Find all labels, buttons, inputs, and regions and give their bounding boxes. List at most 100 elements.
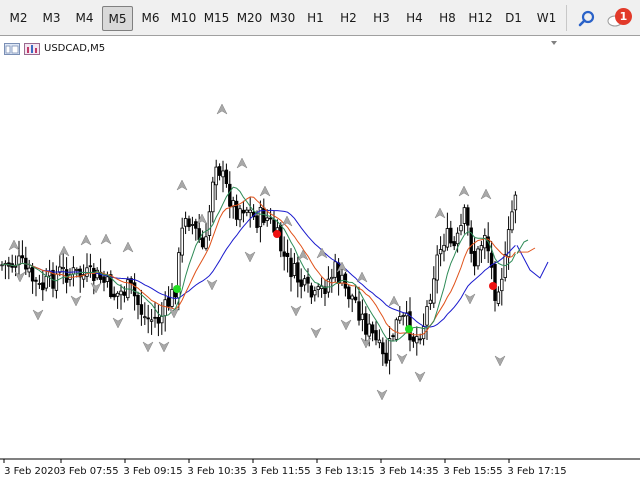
fractal-down-arrow — [112, 317, 124, 329]
candle-body — [238, 208, 242, 221]
candle-body — [483, 234, 487, 249]
fractal-up-arrow — [8, 239, 20, 251]
candle-body — [122, 291, 127, 296]
timeframe-m10[interactable]: M10 — [168, 6, 199, 31]
timeframe-h2[interactable]: H2 — [333, 6, 364, 31]
fractal-down-arrow — [310, 327, 322, 339]
chart-title: USDCAD,M5 — [4, 42, 105, 56]
time-axis-label: 3 Feb 13:15 — [315, 466, 374, 477]
candle-body — [30, 266, 35, 282]
fractal-up-arrow — [356, 271, 368, 283]
search-button[interactable] — [576, 6, 602, 31]
fractal-up-arrow — [259, 185, 271, 197]
candle-body — [381, 342, 385, 355]
candle-body — [268, 217, 273, 220]
candle-body — [217, 166, 222, 176]
candle-body — [449, 227, 453, 244]
candle-body — [255, 215, 259, 228]
candle-body — [166, 297, 171, 307]
candle-body — [41, 282, 45, 291]
timeframe-h12[interactable]: H12 — [465, 6, 496, 31]
candle-body — [462, 207, 467, 224]
timeframe-m4[interactable]: M4 — [69, 6, 100, 31]
candle-body — [163, 299, 167, 317]
candle-body — [17, 255, 21, 265]
candle-body — [513, 194, 518, 211]
timeframe-m15[interactable]: M15 — [201, 6, 232, 31]
time-axis-label: 3 Feb 09:15 — [123, 466, 182, 477]
candle-body — [391, 335, 395, 337]
candle-body — [221, 170, 225, 178]
candle-body — [160, 316, 164, 324]
candle-body — [228, 183, 232, 207]
candle-body — [364, 313, 368, 335]
fractal-up-arrow — [196, 213, 208, 225]
candle-body — [452, 241, 456, 247]
fractal-down-arrow — [244, 251, 256, 263]
chart-icon — [24, 43, 40, 55]
price-chart[interactable]: 3 Feb 2020 3 Feb 07:55 3 Feb 09:15 3 Feb 10… — [0, 37, 640, 480]
candle-body — [265, 217, 269, 221]
ma-slow-extension — [516, 245, 549, 279]
candle-body — [401, 315, 405, 317]
time-axis-label: 3 Feb 10:35 — [187, 466, 246, 477]
candle-body — [88, 265, 93, 268]
fractal-down-arrow — [32, 309, 44, 321]
fractal-down-arrow — [142, 341, 154, 353]
candle-body — [183, 218, 188, 227]
buy-signal-dot — [405, 325, 413, 333]
fractal-down-arrow — [340, 319, 352, 331]
time-axis-label: 3 Feb 11:55 — [251, 466, 310, 477]
candle-body — [289, 257, 293, 278]
candle-body — [119, 290, 123, 296]
timeframe-h4[interactable]: H4 — [399, 6, 430, 31]
candle-body — [353, 296, 358, 301]
candle-body — [306, 276, 310, 284]
timeframe-toolbar: M2 M3 M4 M5 M6 M10 M15 M20 M30 H1 H2 H3 H4 H8 H12 D1 W1 … — [0, 0, 640, 36]
candle-body — [245, 209, 249, 213]
candle-body — [105, 276, 110, 282]
fractal-down-arrow — [290, 305, 302, 317]
fractal-up-arrow — [58, 245, 70, 257]
time-axis-label: 3 Feb 07:55 — [59, 466, 118, 477]
candle-body — [34, 279, 38, 282]
fractal-up-arrow — [80, 234, 92, 246]
notifications-button[interactable]: 1 — [606, 6, 636, 31]
candle-body — [292, 263, 297, 276]
timeframe-m20[interactable]: M20 — [234, 6, 265, 31]
time-axis-label: 3 Feb 14:35 — [379, 466, 438, 477]
candle-body — [384, 352, 388, 364]
timeframe-m30[interactable]: M30 — [267, 6, 298, 31]
candle-body — [432, 278, 436, 304]
timeframe-w1[interactable]: W1 — [531, 6, 562, 31]
candle-body — [136, 294, 140, 306]
candle-body — [476, 248, 480, 267]
timeframe-h8[interactable]: H8 — [432, 6, 463, 31]
candle-body — [282, 251, 286, 257]
time-axis-label: 3 Feb 17:15 — [507, 466, 566, 477]
symbol-label: USDCAD,M5 — [44, 43, 106, 54]
candle-body — [442, 244, 446, 252]
timeframe-m2[interactable]: M2 — [3, 6, 34, 31]
candle-body — [357, 301, 361, 321]
timeframe-d1[interactable]: D1 — [498, 6, 529, 31]
candle-body — [377, 339, 382, 344]
candle-body — [500, 278, 504, 292]
chart-canvas[interactable]: 3 Feb 2020 3 Feb 07:55 3 Feb 09:15 3 Feb 10… — [0, 37, 640, 480]
timeframe-m5[interactable]: M5 — [102, 6, 133, 31]
timeframe-h1[interactable]: H1 — [300, 6, 331, 31]
candle-body — [27, 267, 31, 273]
candle-body — [296, 262, 300, 283]
timeframe-m3[interactable]: M3 — [36, 6, 67, 31]
candle-body — [54, 273, 59, 291]
candle-body — [455, 232, 460, 245]
candle-body — [387, 338, 392, 361]
candle-body — [445, 228, 450, 248]
candle-body — [44, 276, 48, 289]
timeframe-h3[interactable]: H3 — [366, 6, 397, 31]
fractal-up-arrow — [458, 185, 470, 197]
candle-body — [438, 249, 443, 255]
candle-body — [367, 323, 371, 337]
fractal-up-arrow — [316, 247, 328, 259]
timeframe-m6[interactable]: M6 — [135, 6, 166, 31]
